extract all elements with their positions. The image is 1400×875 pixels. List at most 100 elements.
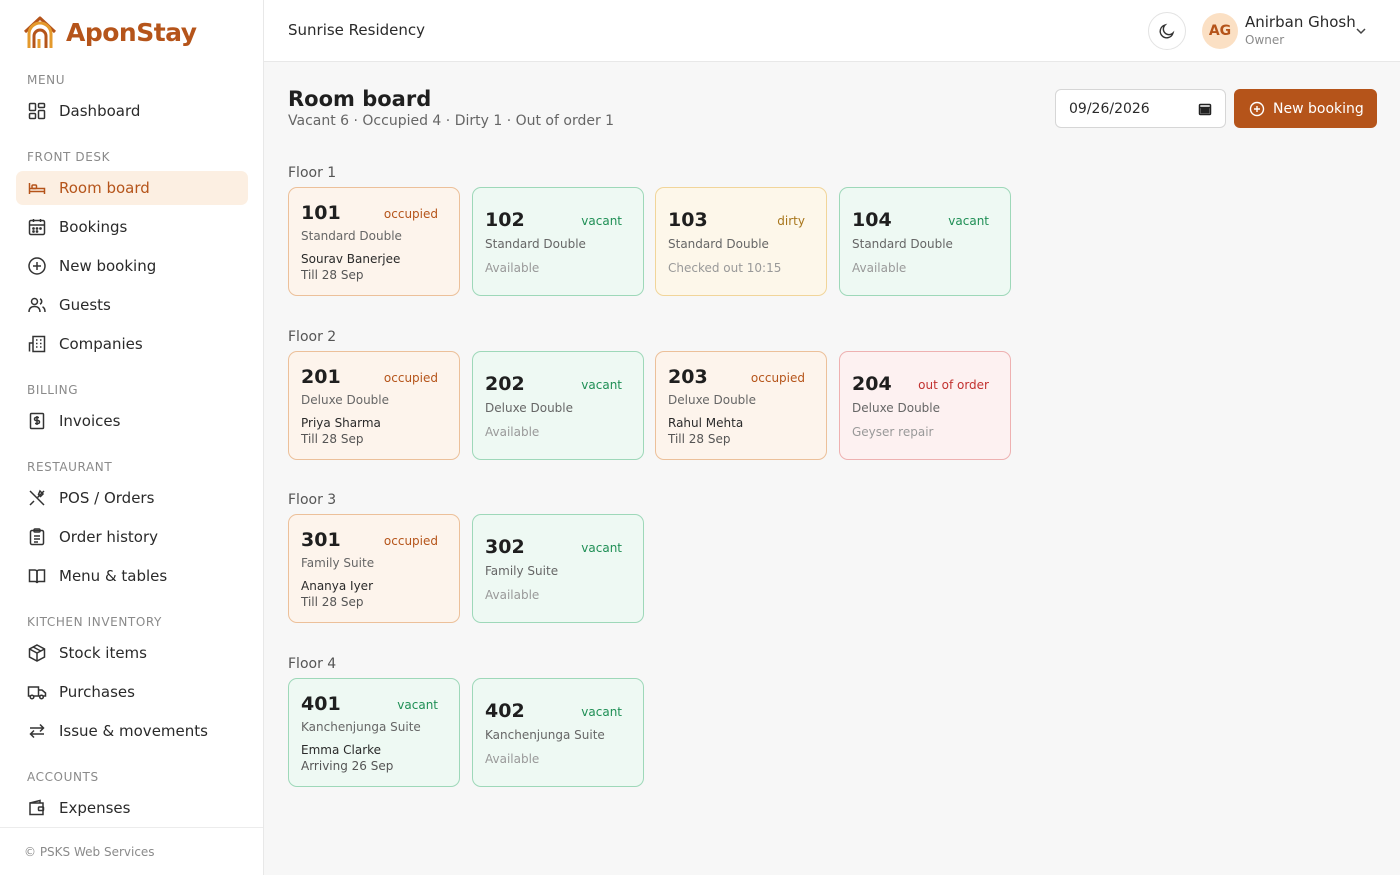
floor-label: Floor 4 — [288, 656, 337, 672]
sidebar-item-purchases[interactable]: Purchases — [16, 675, 248, 709]
room-card[interactable]: 204 out of order Deluxe Double Geyser repai… — [839, 351, 1011, 460]
sidebar-item-label: Purchases — [59, 683, 135, 701]
room-status-badge: vacant — [581, 705, 622, 719]
top-bar: Sunrise Residency AG Anirban Ghosh Owner — [264, 0, 1400, 62]
sidebar-item-label: Expenses — [59, 799, 131, 817]
room-card[interactable]: 104 vacant Standard Double Available — [839, 187, 1011, 296]
room-number: 102 — [485, 209, 525, 231]
room-type: Standard Double — [852, 237, 953, 251]
sidebar-item-room-board[interactable]: Room board — [16, 171, 248, 205]
guest-name: Sourav Banerjee — [301, 252, 401, 266]
sidebar-item-new-booking[interactable]: New booking — [16, 249, 248, 283]
room-number: 103 — [668, 209, 708, 231]
sidebar-footer: © PSKS Web Services — [0, 827, 263, 875]
room-type: Family Suite — [301, 556, 375, 570]
room-number: 301 — [301, 529, 341, 551]
room-card[interactable]: 101 occupied Standard Double Sourav Banerje… — [288, 187, 460, 296]
stay-dates: Till 28 Sep — [668, 432, 731, 446]
sidebar-item-pos-orders[interactable]: POS / Orders — [16, 481, 248, 515]
room-status-badge: vacant — [581, 541, 622, 555]
room-number: 204 — [852, 373, 892, 395]
brand-logo[interactable]: AponStay — [22, 12, 197, 52]
sidebar-item-label: Dashboard — [59, 102, 141, 120]
book-icon — [28, 569, 46, 584]
room-number: 402 — [485, 700, 525, 722]
nav-section-accounts: ACCOUNTS — [27, 770, 99, 784]
sidebar-item-label: New booking — [59, 257, 157, 275]
room-number: 202 — [485, 373, 525, 395]
sidebar-item-menu-tables[interactable]: Menu & tables — [16, 559, 248, 593]
sidebar-item-label: Order history — [59, 528, 158, 546]
property-name[interactable]: Sunrise Residency — [288, 21, 425, 39]
room-status-badge: vacant — [581, 214, 622, 228]
moon-icon — [1159, 23, 1175, 39]
room-number: 201 — [301, 366, 341, 388]
sidebar-item-invoices[interactable]: Invoices — [16, 404, 248, 438]
sidebar-item-label: Stock items — [59, 644, 147, 662]
user-name[interactable]: Anirban Ghosh — [1245, 13, 1356, 31]
room-card[interactable]: 102 vacant Standard Double Available — [472, 187, 644, 296]
room-type: Deluxe Double — [852, 401, 941, 415]
house-logo-icon — [23, 16, 57, 48]
sidebar-item-order-history[interactable]: Order history — [16, 520, 248, 554]
room-number: 401 — [301, 693, 341, 715]
room-note: Available — [485, 588, 540, 602]
arrows-icon — [29, 723, 45, 739]
chevron-down-icon[interactable] — [1354, 24, 1368, 38]
room-card[interactable]: 201 occupied Deluxe Double Priya Sharma Till… — [288, 351, 460, 460]
sidebar-item-expenses[interactable]: Expenses — [16, 791, 248, 825]
sidebar-item-bookings[interactable]: Bookings — [16, 210, 248, 244]
sidebar-nav: MENU Dashboard FRONT DESK Room board Boo… — [16, 72, 248, 825]
floor-label: Floor 1 — [288, 165, 337, 181]
room-card[interactable]: 401 vacant Kanchenjunga Suite Emma Clarke Ar… — [288, 678, 460, 787]
new-booking-button[interactable]: New booking — [1234, 89, 1377, 128]
room-card[interactable]: 402 vacant Kanchenjunga Suite Available — [472, 678, 644, 787]
room-type: Kanchenjunga Suite — [485, 728, 605, 742]
room-number: 302 — [485, 536, 525, 558]
room-card[interactable]: 203 occupied Deluxe Double Rahul Mehta Till … — [655, 351, 827, 460]
room-status-badge: occupied — [750, 371, 805, 385]
sidebar-item-label: Invoices — [59, 412, 121, 430]
nav-section-restaurant: RESTAURANT — [27, 460, 113, 474]
room-status-badge: vacant — [581, 378, 622, 392]
users-icon — [28, 297, 46, 313]
sidebar-item-guests[interactable]: Guests — [16, 288, 248, 322]
sidebar-item-stock-items[interactable]: Stock items — [16, 636, 248, 670]
package-icon — [28, 644, 46, 662]
page-title: Room board — [288, 87, 432, 111]
room-status-badge: vacant — [948, 214, 989, 228]
room-type: Kanchenjunga Suite — [301, 720, 421, 734]
room-card[interactable]: 301 occupied Family Suite Ananya Iyer Till 2… — [288, 514, 460, 623]
room-type: Deluxe Double — [668, 393, 757, 407]
theme-toggle-button[interactable] — [1148, 12, 1186, 50]
room-status-badge: vacant — [397, 698, 438, 712]
room-status-badge: occupied — [383, 207, 438, 221]
room-card[interactable]: 103 dirty Standard Double Checked out 10:15 — [655, 187, 827, 296]
avatar[interactable]: AG — [1202, 13, 1238, 49]
plus-circle-icon — [28, 257, 46, 275]
calendar-icon — [28, 219, 46, 236]
room-card[interactable]: 202 vacant Deluxe Double Available — [472, 351, 644, 460]
sidebar-item-label: Room board — [59, 179, 150, 197]
room-type: Family Suite — [485, 564, 559, 578]
nav-section-billing: BILLING — [27, 383, 79, 397]
calendar-picker-icon[interactable] — [1198, 102, 1212, 116]
floor-label: Floor 3 — [288, 492, 337, 508]
user-role: Owner — [1245, 33, 1285, 47]
room-status-badge: out of order — [918, 378, 989, 392]
date-value: 09/26/2026 — [1069, 100, 1150, 117]
sidebar-item-companies[interactable]: Companies — [16, 327, 248, 361]
sidebar-item-issue-movements[interactable]: Issue & movements — [16, 714, 248, 748]
building-icon — [28, 335, 46, 353]
utensils-icon — [29, 489, 45, 506]
date-picker-input[interactable]: 09/26/2026 — [1055, 89, 1226, 128]
room-card[interactable]: 302 vacant Family Suite Available — [472, 514, 644, 623]
sidebar-item-label: POS / Orders — [59, 489, 155, 507]
room-number: 104 — [852, 209, 892, 231]
guest-name: Priya Sharma — [301, 416, 381, 430]
plus-circle-icon — [1249, 101, 1265, 116]
room-type: Deluxe Double — [485, 401, 574, 415]
stay-dates: Till 28 Sep — [301, 432, 364, 446]
sidebar-item-dashboard[interactable]: Dashboard — [16, 94, 248, 128]
room-board-main: Room board Vacant 6 · Occupied 4 · Dirty… — [264, 62, 1400, 875]
